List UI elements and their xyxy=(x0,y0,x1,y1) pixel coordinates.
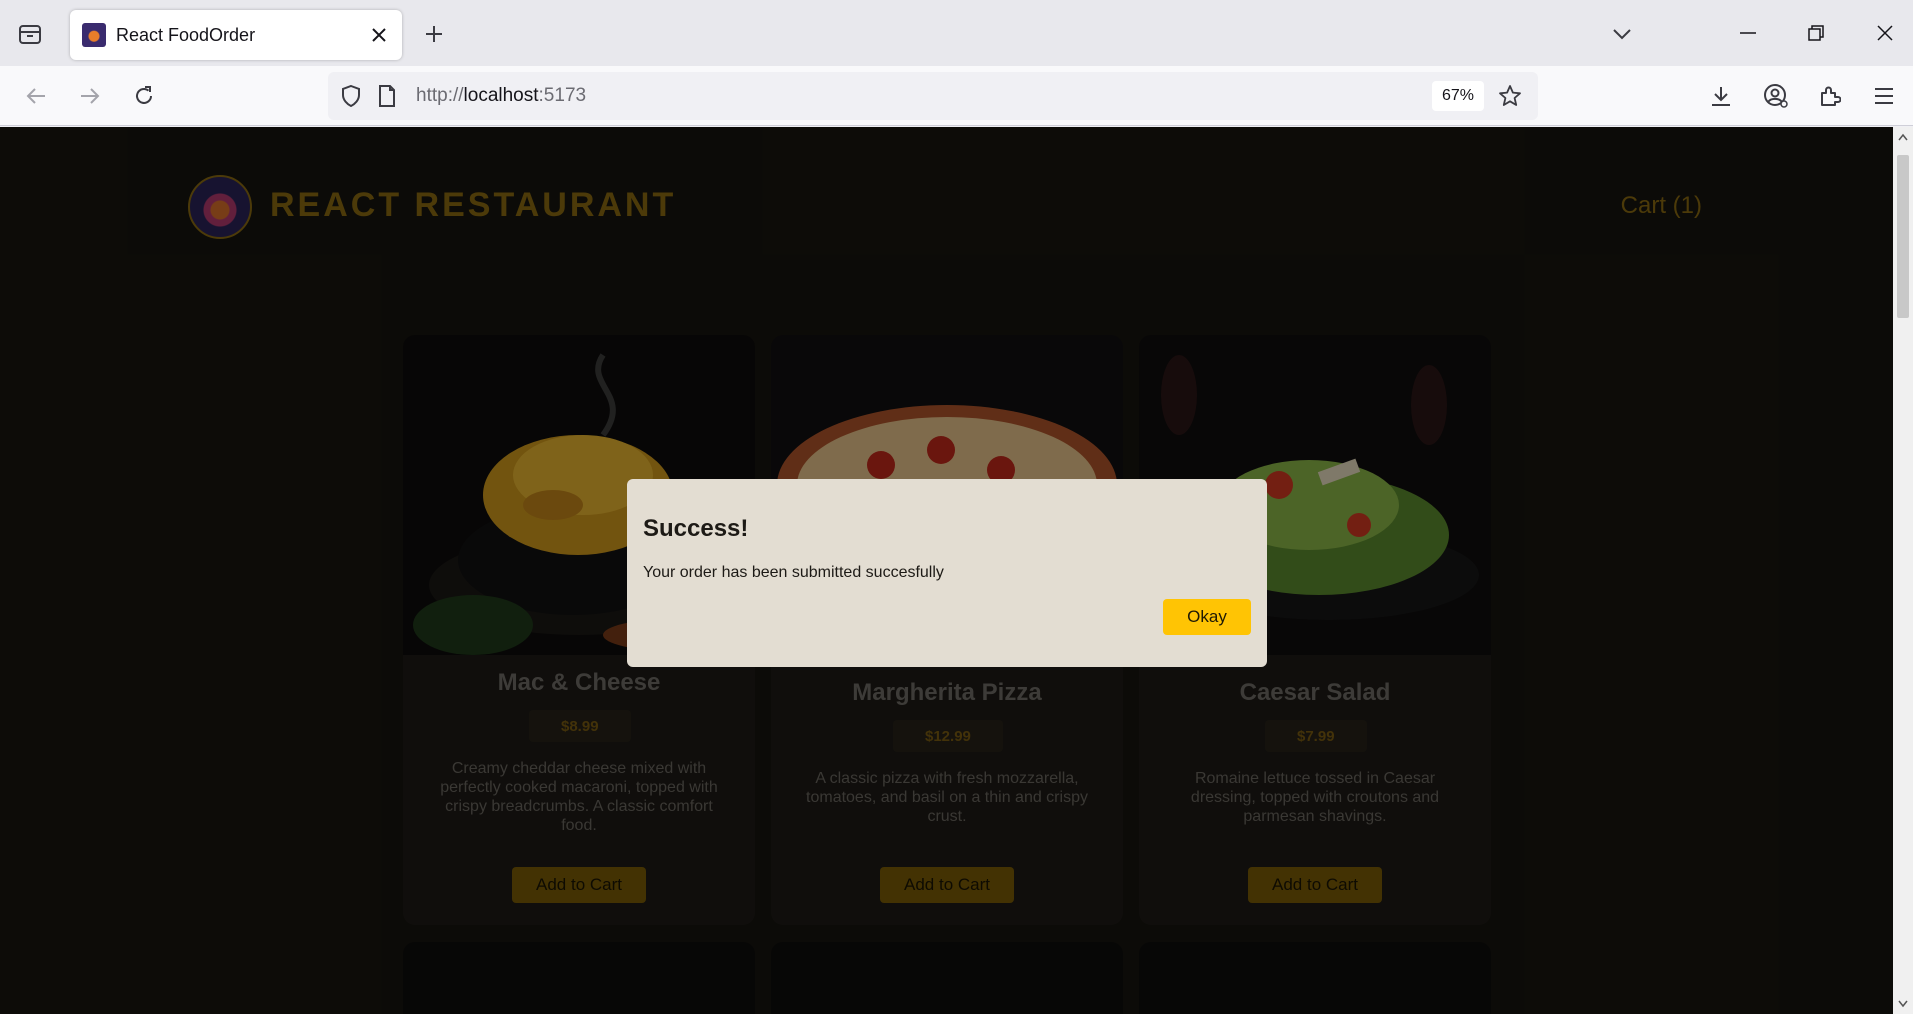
account-icon[interactable] xyxy=(1756,76,1796,116)
modal-message: Your order has been submitted succesfull… xyxy=(643,564,944,581)
minimize-icon[interactable] xyxy=(1725,14,1771,52)
url-text[interactable]: http://localhost:5173 xyxy=(416,85,1432,107)
tab-overview-icon[interactable] xyxy=(14,20,46,48)
forward-arrow-icon[interactable] xyxy=(70,76,110,116)
active-tab[interactable]: React FoodOrder xyxy=(70,10,402,60)
extensions-icon[interactable] xyxy=(1810,76,1850,116)
back-arrow-icon[interactable] xyxy=(16,76,56,116)
bookmark-star-icon[interactable] xyxy=(1494,80,1526,112)
modal-title: Success! xyxy=(643,515,749,542)
scroll-up-arrow-icon[interactable] xyxy=(1893,127,1913,147)
chevron-down-icon[interactable] xyxy=(1606,18,1638,50)
new-tab-icon[interactable] xyxy=(418,18,450,50)
page-info-icon[interactable] xyxy=(374,83,400,109)
tab-favicon-icon xyxy=(82,23,106,47)
menu-hamburger-icon[interactable] xyxy=(1864,76,1904,116)
scroll-down-arrow-icon[interactable] xyxy=(1893,994,1913,1014)
restore-icon[interactable] xyxy=(1793,14,1839,52)
page-scrollbar[interactable] xyxy=(1893,127,1913,1014)
close-window-icon[interactable] xyxy=(1862,14,1908,52)
tab-title: React FoodOrder xyxy=(116,24,256,45)
url-host: localhost xyxy=(463,85,539,106)
browser-tab-bar: React FoodOrder xyxy=(0,0,1913,66)
url-scheme: http:// xyxy=(416,85,464,106)
downloads-icon[interactable] xyxy=(1701,76,1741,116)
scrollbar-thumb[interactable] xyxy=(1897,155,1909,318)
okay-button[interactable]: Okay xyxy=(1163,599,1251,635)
url-port: :5173 xyxy=(538,85,587,106)
reload-icon[interactable] xyxy=(124,76,164,116)
zoom-level-badge[interactable]: 67% xyxy=(1431,81,1484,111)
success-modal: Success! Your order has been submitted s… xyxy=(627,479,1267,667)
page-viewport: REACT RESTAURANT Cart (1) Mac & Cheese $… xyxy=(0,127,1893,1014)
close-tab-icon[interactable] xyxy=(364,20,394,50)
shield-icon[interactable] xyxy=(338,83,364,109)
address-bar[interactable]: http://localhost:5173 67% xyxy=(328,72,1538,120)
browser-nav-bar: http://localhost:5173 67% xyxy=(0,66,1913,126)
